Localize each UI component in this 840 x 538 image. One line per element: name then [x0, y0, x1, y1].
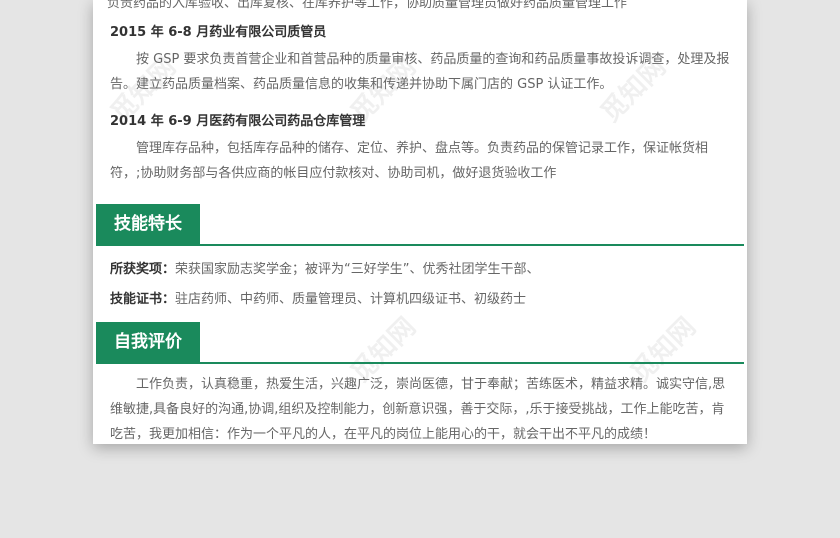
- self-eval-text: 工作负责，认真稳重，热爱生活，兴趣广泛，崇尚医德，甘于奉献；苦练医术，精益求精。…: [110, 377, 726, 442]
- job-title: 2015 年 6-8 月药业有限公司质管员: [110, 25, 327, 40]
- self-eval-section-header: 自我评价: [96, 322, 744, 364]
- job-description: 按 GSP 要求负责首营企业和首营品种的质量审核、药品质量的查询和药品质量事故投…: [110, 52, 730, 92]
- awards-row: 所获奖项：荣获国家励志奖学金；被评为“三好学生”、优秀社团学生干部、: [110, 258, 540, 277]
- certificates-label: 技能证书：: [110, 292, 176, 307]
- job-description: 管理库存品种，包括库存品种的储存、定位、养护、盘点等。负责药品的保管记录工作，保…: [110, 141, 709, 181]
- skills-heading: 技能特长: [96, 204, 200, 244]
- awards-label: 所获奖项：: [110, 262, 176, 277]
- certificates-value: 驻店药师、中药师、质量管理员、计算机四级证书、初级药士: [175, 292, 527, 307]
- skills-section-header: 技能特长: [96, 204, 744, 246]
- awards-value: 荣获国家励志奖学金；被评为“三好学生”、优秀社团学生干部、: [175, 262, 540, 277]
- self-eval-heading: 自我评价: [96, 322, 200, 362]
- resume-page: 觅知网 觅知网 觅知网 觅知网 觅知网 负责药品的入库验收、出库复核、在库养护等…: [93, 0, 747, 444]
- job-title: 2014 年 6-9 月医药有限公司药品仓库管理: [110, 114, 366, 129]
- certificates-row: 技能证书：驻店药师、中药师、质量管理员、计算机四级证书、初级药士: [110, 288, 526, 307]
- experience-cutoff-text: 负责药品的入库验收、出库复核、在库养护等工作，协助质量管理员做好药品质量管理工作: [107, 0, 628, 11]
